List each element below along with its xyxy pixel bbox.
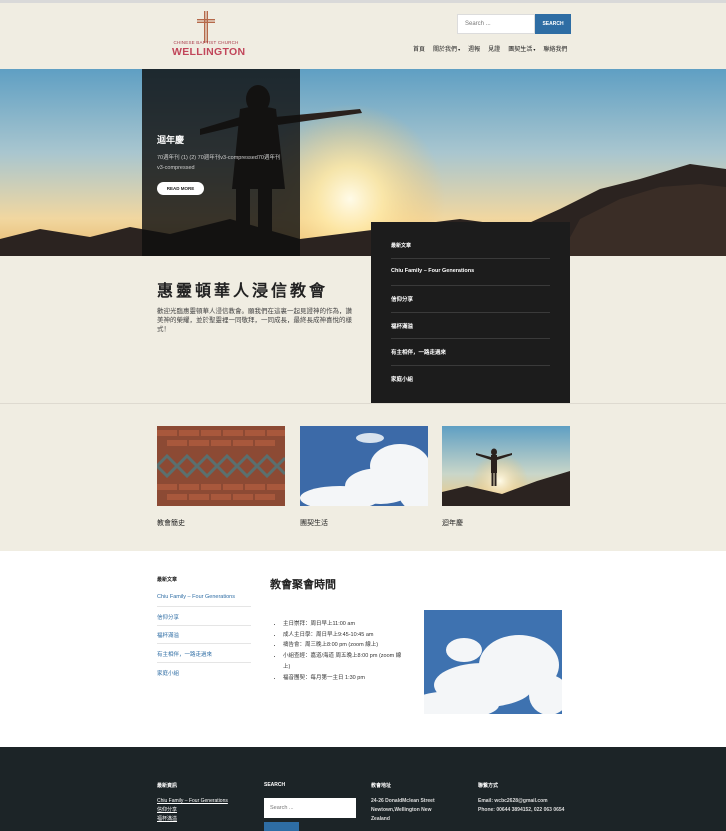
hero-image-sunset-person <box>0 69 726 256</box>
divider <box>157 643 251 644</box>
divider <box>157 662 251 663</box>
read-more-button[interactable]: READ MORE <box>157 182 204 195</box>
panel-label-anniversary[interactable]: 迴年慶 <box>442 518 463 528</box>
divider <box>157 625 251 626</box>
divider <box>391 365 550 366</box>
divider <box>391 312 550 313</box>
sidebar-post-link[interactable]: 福杯滿溢 <box>157 631 251 639</box>
divider <box>391 285 550 286</box>
sidebar-post-link[interactable]: 家庭小組 <box>157 669 251 677</box>
anniversary-panel-image[interactable] <box>442 426 570 506</box>
recent-post-link[interactable]: 有主相伴，一路走過來 <box>391 348 550 356</box>
footer-heading-contact: 聯繫方式 <box>478 783 499 789</box>
list-item: 成人主日學：周日早上9:45-10:45 am <box>283 630 403 641</box>
hero-excerpt: 70週年刊 (1) (2) 70週年刊v3-compressed70週年刊v3-… <box>157 155 281 171</box>
list-item: 禱告會：周三晚上8:00 pm (zoom 線上) <box>283 640 403 651</box>
footer-link[interactable]: 福杯滿溢 <box>157 815 177 824</box>
church-description: 歡迎光臨惠靈頓華人浸信教會。願我們在這裏一起見證神的作為，讚美神的榮耀，並於聖靈… <box>157 308 352 333</box>
footer-link[interactable]: Chiu Family – Four Generations <box>157 797 228 806</box>
nav-about[interactable]: 關於我們 ▾ <box>433 44 460 56</box>
church-title: 惠靈頓華人浸信教會 <box>157 283 329 300</box>
sidebar-heading: 最新文章 <box>157 577 178 583</box>
main-nav: 首頁 關於我們 ▾ 週報 見證 團契生活 ▾ 聯絡我們 <box>413 44 573 56</box>
footer-link[interactable]: 信仰分享 <box>157 806 177 815</box>
sidebar-post-link[interactable]: 有主相伴，一路走過來 <box>157 650 251 658</box>
church-cross-logo-icon[interactable] <box>197 11 215 43</box>
service-times-title: 教會聚會時間 <box>270 579 336 591</box>
fellowship-panel-image[interactable] <box>300 426 428 506</box>
footer-phone: Phone: 00644 3894152, 022 063 0654 <box>478 807 565 813</box>
list-item: 福音團契：每月第一主日 1:30 pm <box>283 673 403 684</box>
nav-bulletin[interactable]: 週報 <box>468 44 480 56</box>
footer-heading-search: SEARCH <box>264 782 286 788</box>
list-item: 主日崇拜：周日早上11:00 am <box>283 619 403 630</box>
divider <box>157 606 251 607</box>
footer-heading-news: 最新資訊 <box>157 783 178 789</box>
footer-search-input[interactable]: Search ... <box>264 798 356 818</box>
section-divider <box>0 403 726 404</box>
list-item: 小組查經：嘉道/海道 周五晚上8:00 pm (zoom 線上) <box>283 651 403 672</box>
service-times-list: 主日崇拜：周日早上11:00 am 成人主日學：周日早上9:45-10:45 a… <box>273 619 403 683</box>
sidebar-post-link[interactable]: Chiu Family – Four Generations <box>157 594 251 600</box>
footer-email[interactable]: Email: wcbc2628@gmail.com <box>478 797 570 806</box>
recent-post-link[interactable]: 福杯滿溢 <box>391 322 550 330</box>
hero-title[interactable]: 迴年慶 <box>157 133 184 146</box>
divider <box>391 338 550 339</box>
recent-post-link[interactable]: 家庭小組 <box>391 375 550 383</box>
nav-testimony[interactable]: 見證 <box>488 44 500 56</box>
header-search-button[interactable]: SEARCH <box>535 14 571 34</box>
chevron-down-icon: ▾ <box>532 47 536 52</box>
site-footer <box>0 747 726 831</box>
panel-label-fellowship[interactable]: 團契生活 <box>300 518 328 528</box>
panel-label-history[interactable]: 教會簡史 <box>157 518 185 528</box>
nav-about-label: 關於我們 <box>433 47 458 53</box>
header-search-input[interactable]: Search ... <box>457 14 535 34</box>
chevron-down-icon: ▾ <box>457 47 461 52</box>
nav-fellowship[interactable]: 團契生活 ▾ <box>508 44 535 56</box>
footer-heading-address: 教會地址 <box>371 783 392 789</box>
nav-home[interactable]: 首頁 <box>413 44 425 56</box>
site-header <box>0 0 726 69</box>
recent-posts-heading: 最新文章 <box>391 243 412 249</box>
history-panel-image[interactable] <box>157 426 285 506</box>
nav-contact[interactable]: 聯絡我們 <box>543 44 567 56</box>
nav-fellowship-label: 團契生活 <box>508 47 533 53</box>
divider <box>391 258 550 259</box>
recent-post-link[interactable]: 信仰分享 <box>391 295 550 303</box>
footer-address: 24-26 DonaldMclean Street Newtown,Wellin… <box>371 798 435 822</box>
sidebar-post-link[interactable]: 信仰分享 <box>157 613 251 621</box>
logo-subtitle: CHINESE BAPTIST CHURCH <box>173 40 239 45</box>
footer-search-button[interactable] <box>264 822 299 831</box>
logo-title[interactable]: WELLINGTON <box>172 46 245 58</box>
recent-post-link[interactable]: Chiu Family – Four Generations <box>391 268 550 274</box>
cloud-sky-image <box>424 610 562 714</box>
